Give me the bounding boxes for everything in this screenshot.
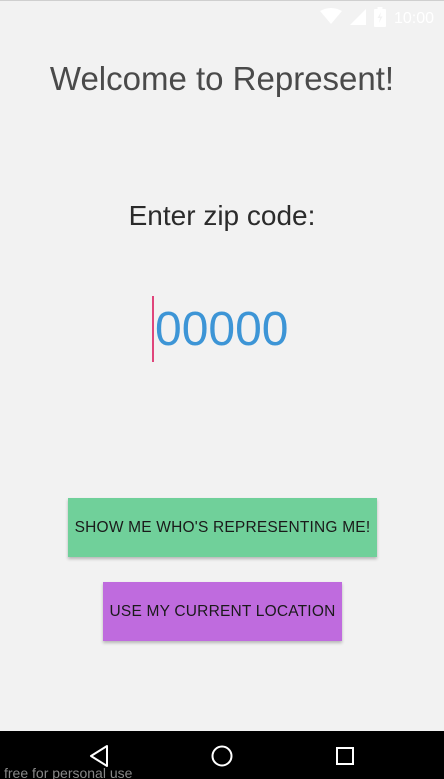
recents-icon[interactable] <box>332 743 358 769</box>
cell-signal-icon <box>349 8 366 30</box>
app-screen: 10:00 Welcome to Represent! Enter zip co… <box>0 0 444 779</box>
home-icon[interactable] <box>209 743 235 769</box>
watermark-text: free for personal use <box>4 765 133 779</box>
zip-prompt-label: Enter zip code: <box>128 200 316 231</box>
page-title: Welcome to Represent! <box>49 60 395 97</box>
status-icons: 10:00 <box>319 6 434 32</box>
zip-code-input[interactable] <box>155 301 305 357</box>
zip-code-field-container <box>152 296 305 362</box>
wifi-icon <box>319 8 342 30</box>
status-bar: 10:00 <box>0 0 444 35</box>
battery-icon <box>373 6 386 32</box>
status-time: 10:00 <box>393 10 434 27</box>
show-representatives-button[interactable]: SHOW ME WHO'S REPRESENTING ME! <box>68 498 377 557</box>
use-current-location-button[interactable]: USE MY CURRENT LOCATION <box>103 582 342 641</box>
text-cursor <box>152 296 154 362</box>
